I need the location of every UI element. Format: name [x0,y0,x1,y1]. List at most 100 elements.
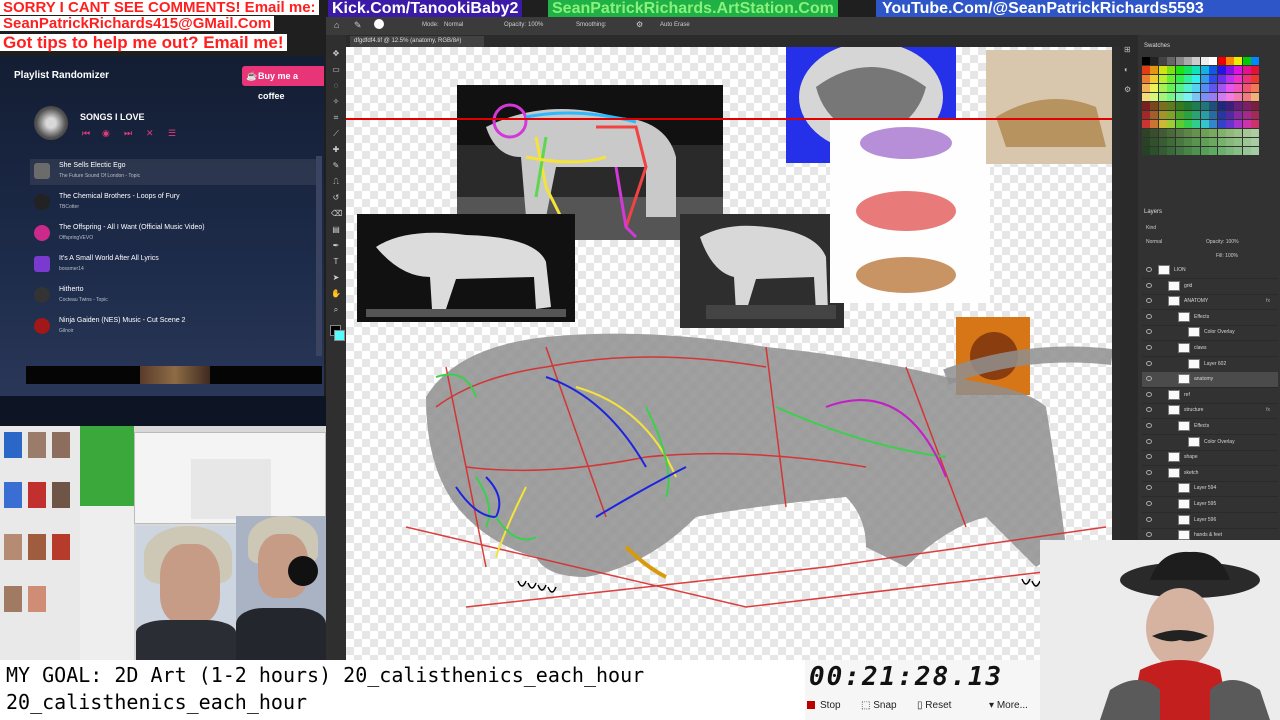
snap-button[interactable]: ⬚ Snap [861,700,897,711]
color-swatch[interactable] [1209,111,1218,119]
color-swatch[interactable] [1251,84,1260,92]
color-swatch[interactable] [1242,75,1251,83]
color-swatch[interactable] [1242,84,1251,92]
color-swatch[interactable] [1242,93,1251,101]
color-swatch[interactable] [1184,129,1192,137]
playlist-scrollbar[interactable] [316,156,322,356]
type-tool-icon[interactable]: T [331,257,341,267]
brush-tool-icon[interactable]: ✎ [331,161,341,171]
eye-icon[interactable] [1146,313,1152,319]
color-swatch[interactable] [1142,93,1150,101]
color-swatch[interactable] [1200,138,1209,146]
eye-icon[interactable] [1146,376,1152,382]
background-color-swatch[interactable] [334,330,345,341]
color-swatch[interactable] [1251,111,1260,119]
color-swatch[interactable] [1226,84,1234,92]
layer-row[interactable]: sketch [1142,466,1278,482]
color-swatch[interactable] [1234,129,1243,137]
photoshop-canvas[interactable] [346,47,1112,660]
layer-row[interactable]: structure fx [1142,403,1278,420]
kick-link[interactable]: Kick.Com/TanookiBaby2 [328,0,523,17]
color-swatch[interactable] [1167,147,1176,155]
color-swatch[interactable] [1175,66,1184,74]
layer-row[interactable]: Effects [1142,419,1278,435]
color-swatch[interactable] [1150,102,1159,110]
color-swatch[interactable] [1226,66,1234,74]
color-swatch[interactable] [1217,66,1226,74]
layer-row[interactable]: Layer 594 [1142,481,1278,498]
hand-tool-icon[interactable]: ✋ [331,289,341,299]
color-swatch[interactable] [1217,93,1226,101]
color-swatch[interactable] [1234,138,1243,146]
color-swatch[interactable] [1167,93,1176,101]
color-swatch[interactable] [1234,57,1243,65]
color-swatch[interactable] [1192,66,1201,74]
color-swatch[interactable] [1226,75,1234,83]
color-swatch[interactable] [1150,111,1159,119]
eye-icon[interactable] [1146,423,1152,428]
color-swatch[interactable] [1200,57,1209,65]
color-swatch[interactable] [1251,120,1260,128]
color-swatch[interactable] [1242,129,1251,137]
color-swatch[interactable] [1150,93,1159,101]
color-swatch[interactable] [1150,147,1159,155]
color-swatch[interactable] [1192,138,1201,146]
color-swatch[interactable] [1192,111,1201,119]
color-swatch[interactable] [1175,111,1184,119]
eye-icon[interactable] [1146,454,1152,460]
color-swatch[interactable] [1142,84,1150,92]
gradient-tool-icon[interactable]: ▤ [331,225,341,235]
color-swatch[interactable] [1226,120,1234,128]
color-swatch[interactable] [1209,120,1218,128]
libraries-panel-icon[interactable]: ⚙ [1124,85,1131,94]
color-swatch[interactable] [1175,120,1184,128]
color-swatch[interactable] [1150,138,1159,146]
color-swatch[interactable] [1217,102,1226,110]
layer-row[interactable]: Layer 602 [1142,357,1278,373]
color-swatch[interactable] [1142,120,1150,128]
track-row[interactable]: The Offspring - All I Want (Official Mus… [30,221,316,247]
eye-icon[interactable] [1146,267,1152,272]
color-swatch[interactable] [1142,111,1150,119]
color-swatch[interactable] [1234,84,1243,92]
color-swatch[interactable] [1142,57,1150,65]
eye-icon[interactable] [1146,282,1152,288]
color-swatch[interactable] [1251,102,1260,110]
eye-icon[interactable] [1146,345,1152,350]
color-swatch[interactable] [1167,57,1176,65]
color-swatch[interactable] [1242,120,1251,128]
color-swatch[interactable] [1175,84,1184,92]
color-swatch[interactable] [1167,66,1176,74]
color-swatch[interactable] [1184,66,1192,74]
move-tool-icon[interactable]: ✥ [331,49,341,59]
color-swatch[interactable] [1242,102,1251,110]
artstation-link[interactable]: SeanPatrickRichards.ArtStation.Com [548,0,838,17]
layer-fill[interactable]: Fill: 100% [1216,253,1238,259]
shuffle-icon[interactable]: ✕ [146,128,154,139]
color-swatch[interactable] [1167,129,1176,137]
color-swatch[interactable] [1158,129,1167,137]
clone-stamp-icon[interactable]: ⎍ [331,177,341,187]
track-row[interactable]: Hitherto Cocteau Twins - Topic [30,283,316,309]
color-swatch[interactable] [1167,120,1176,128]
color-swatch[interactable] [1242,66,1251,74]
color-swatch[interactable] [1158,111,1167,119]
pen-tool-icon[interactable]: ✒ [331,241,341,251]
color-swatch[interactable] [1209,93,1218,101]
color-swatch[interactable] [1226,102,1234,110]
color-swatch[interactable] [1242,138,1251,146]
color-swatch[interactable] [1142,129,1150,137]
color-swatch[interactable] [1226,57,1234,65]
history-panel-icon[interactable]: ⊞ [1124,45,1131,54]
color-swatch[interactable] [1209,138,1218,146]
color-swatch[interactable] [1192,120,1201,128]
color-swatch[interactable] [1209,66,1218,74]
color-swatch[interactable] [1200,129,1209,137]
color-swatch[interactable] [1175,147,1184,155]
color-swatch[interactable] [1158,93,1167,101]
color-swatch[interactable] [1209,75,1218,83]
color-swatch[interactable] [1175,129,1184,137]
color-swatch[interactable] [1209,84,1218,92]
color-swatch[interactable] [1251,129,1260,137]
eye-icon[interactable] [1146,407,1152,413]
